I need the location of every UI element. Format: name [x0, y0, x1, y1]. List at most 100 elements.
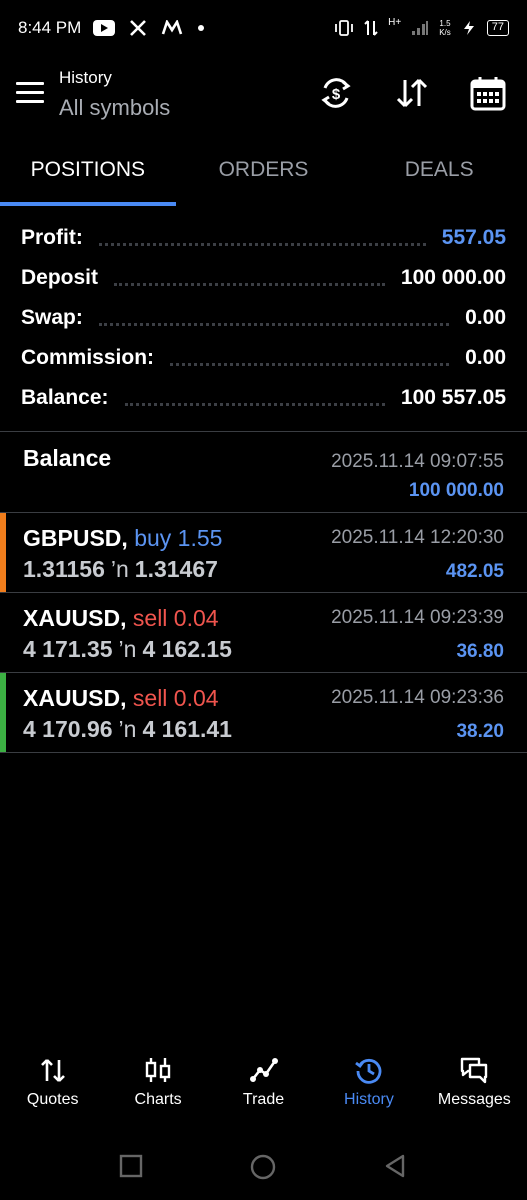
- youtube-icon: [93, 20, 116, 36]
- signal-icon: [412, 21, 429, 35]
- summary-row-commission: Commission: 0.00: [0, 338, 527, 378]
- summary-row-profit: Profit: 557.05: [0, 218, 527, 258]
- deposit-value: 100 000.00: [400, 266, 506, 289]
- balance-entry[interactable]: Balance 2025.11.14 09:07:55 100 000.00: [0, 432, 527, 512]
- deal-profit: 482.05: [445, 561, 504, 582]
- deal-symbol: GBPUSD, buy 1.55: [23, 525, 223, 551]
- profit-value: 557.05: [441, 226, 506, 249]
- summary-row-balance: Balance: 100 557.05: [0, 378, 527, 418]
- tab-deals[interactable]: DEALS: [351, 146, 527, 206]
- price-arrow: ’n: [118, 716, 137, 742]
- tab-orders[interactable]: ORDERS: [176, 146, 352, 206]
- app-m-icon: [162, 20, 183, 35]
- dotted-leader: [98, 322, 450, 326]
- position-color-bar: [0, 513, 6, 593]
- close-price: 4 161.41: [142, 716, 232, 742]
- deal-side: sell 0.04: [132, 685, 219, 711]
- price-arrow: ’n: [110, 556, 129, 582]
- balance-value: 100 557.05: [400, 386, 506, 409]
- divider: [0, 752, 527, 753]
- trade-line-icon: [249, 1058, 278, 1082]
- balance-entry-amount: 100 000.00: [408, 480, 504, 501]
- recents-icon[interactable]: [119, 1154, 143, 1178]
- deal-symbol: XAUUSD, sell 0.04: [23, 605, 219, 631]
- history-tabs: POSITIONS ORDERS DEALS: [0, 146, 527, 206]
- notification-dot-icon: [198, 25, 205, 31]
- back-icon[interactable]: [383, 1154, 407, 1178]
- history-clock-icon: [355, 1058, 382, 1084]
- nav-label: Charts: [134, 1091, 182, 1108]
- currency-refresh-icon[interactable]: $: [317, 74, 355, 112]
- dotted-leader: [98, 242, 426, 246]
- calendar-icon[interactable]: [469, 74, 507, 112]
- battery-indicator: 77: [486, 20, 509, 36]
- chat-bubbles-icon: [461, 1057, 488, 1084]
- close-price: 1.31467: [134, 556, 218, 582]
- nav-history[interactable]: History: [316, 1055, 421, 1125]
- deal-side: sell 0.04: [132, 605, 219, 631]
- commission-label: Commission:: [21, 346, 155, 369]
- deal-time: 2025.11.14 09:23:39: [331, 607, 504, 628]
- deal-profit: 38.20: [456, 721, 504, 742]
- list-item[interactable]: XAUUSD, sell 0.04 4 170.96’n 4 161.41 202…: [0, 673, 527, 753]
- nav-trade[interactable]: Trade: [211, 1055, 316, 1125]
- list-item[interactable]: GBPUSD, buy 1.55 1.31156’n 1.31467 2025.1…: [0, 513, 527, 593]
- deal-prices: 1.31156’n 1.31467: [23, 556, 218, 583]
- status-time: 8:44 PM: [18, 18, 82, 37]
- deal-time: 2025.11.14 09:23:36: [331, 687, 504, 708]
- summary-row-deposit: Deposit 100 000.00: [0, 258, 527, 298]
- charging-icon: [463, 21, 474, 35]
- summary-row-swap: Swap: 0.00: [0, 298, 527, 338]
- dotted-leader: [124, 402, 385, 406]
- svg-text:$: $: [332, 86, 341, 103]
- data-transfer-icon: [364, 20, 378, 36]
- nav-messages[interactable]: Messages: [422, 1055, 527, 1125]
- price-arrow: ’n: [118, 636, 137, 662]
- balance-entry-time: 2025.11.14 09:07:55: [331, 451, 504, 472]
- nav-label: Messages: [437, 1091, 511, 1108]
- nav-charts[interactable]: Charts: [105, 1055, 210, 1125]
- tab-positions[interactable]: POSITIONS: [0, 146, 176, 206]
- candlestick-icon: [145, 1058, 171, 1082]
- nav-quotes[interactable]: Quotes: [0, 1055, 105, 1125]
- status-bar: 8:44 PM H+ 1.5 K/s 77: [0, 0, 527, 56]
- balance-entry-label: Balance: [23, 445, 112, 471]
- bottom-navigation: Quotes Charts Trade History Messages: [0, 1055, 527, 1125]
- list-item[interactable]: XAUUSD, sell 0.04 4 171.35’n 4 162.15 202…: [0, 593, 527, 673]
- page-title: History: [59, 68, 112, 87]
- symbol-filter[interactable]: All symbols: [59, 95, 170, 121]
- summary-panel: Profit: 557.05 Deposit 100 000.00 Swap: …: [0, 218, 527, 418]
- close-price: 4 162.15: [142, 636, 232, 662]
- system-navigation-bar: [0, 1140, 527, 1190]
- swap-label: Swap:: [21, 306, 83, 329]
- position-color-bar: [0, 673, 6, 753]
- balance-label: Balance:: [21, 386, 109, 409]
- nav-label: Trade: [242, 1091, 285, 1108]
- menu-icon[interactable]: [16, 82, 44, 104]
- dotted-leader: [114, 282, 385, 286]
- sort-icon[interactable]: [393, 74, 431, 112]
- network-type: H+: [388, 16, 402, 28]
- vibrate-icon: [335, 20, 354, 36]
- deal-time: 2025.11.14 12:20:30: [331, 527, 504, 548]
- swap-value: 0.00: [465, 306, 506, 329]
- open-price: 4 171.35: [23, 636, 113, 662]
- commission-value: 0.00: [465, 346, 506, 369]
- deal-prices: 4 171.35’n 4 162.15: [23, 636, 232, 663]
- deposit-label: Deposit: [21, 266, 99, 289]
- dotted-leader: [170, 362, 450, 366]
- deal-side: buy 1.55: [134, 525, 223, 551]
- home-icon[interactable]: [250, 1154, 276, 1180]
- nav-label: Quotes: [26, 1091, 79, 1108]
- x-logo-icon: [130, 20, 147, 36]
- deal-symbol: XAUUSD, sell 0.04: [23, 685, 219, 711]
- open-price: 4 170.96: [23, 716, 113, 742]
- deal-profit: 36.80: [456, 641, 504, 662]
- quotes-arrows-icon: [40, 1059, 65, 1082]
- net-speed: 1.5 K/s: [439, 19, 451, 37]
- app-header: History All symbols $: [0, 62, 527, 128]
- deal-prices: 4 170.96’n 4 161.41: [23, 716, 232, 743]
- profit-label: Profit:: [21, 226, 83, 249]
- open-price: 1.31156: [23, 556, 105, 582]
- nav-label: History: [344, 1091, 394, 1108]
